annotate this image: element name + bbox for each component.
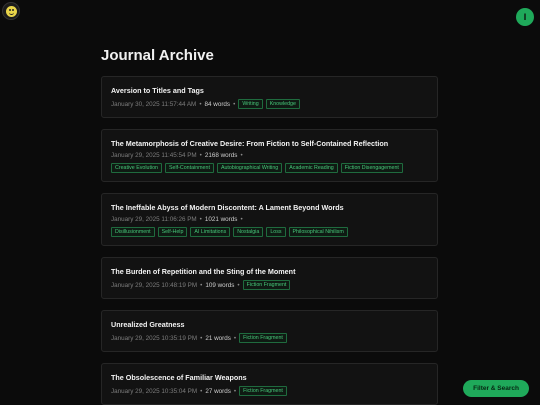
separator-dot: • [200,334,203,342]
tag-chip[interactable]: Fiction Fragment [239,333,287,343]
separator-dot: • [200,281,203,289]
tag-chip[interactable]: Fiction Disengagement [340,163,403,173]
tag-chip[interactable]: Knowledge [265,99,300,109]
entry-date: January 29, 2025 10:35:19 PM [111,334,198,342]
tag-chip[interactable]: Self-Help [157,227,188,237]
smiley-face-icon[interactable] [2,2,20,20]
tag-chip[interactable]: Academic Reading [285,163,338,173]
entry-title[interactable]: The Ineffable Abyss of Modern Discontent… [111,203,428,212]
entry-title[interactable]: The Metamorphosis of Creative Desire: Fr… [111,139,428,148]
entry-tags: Disillusionment Self-Help AI Limitations… [111,227,428,237]
entry-card[interactable]: The Obsolescence of Familiar Weapons Jan… [101,363,438,405]
entry-title[interactable]: Unrealized Greatness [111,320,428,329]
entry-date: January 30, 2025 11:57:44 AM [111,100,197,108]
separator-dot: • [240,152,243,159]
entry-title[interactable]: The Burden of Repetition and the Sting o… [111,267,428,276]
separator-dot: • [199,100,202,108]
entry-word-count: 21 words [205,334,231,342]
filter-search-button[interactable]: Filter & Search [463,380,529,397]
entry-meta: January 30, 2025 11:57:44 AM • 84 words … [111,99,428,109]
entry-card[interactable]: The Burden of Repetition and the Sting o… [101,257,438,299]
tag-chip[interactable]: Autobiographical Writing [216,163,283,173]
tag-chip[interactable]: AI Limitations [190,227,231,237]
separator-dot: • [200,387,203,395]
entry-meta: January 29, 2025 10:35:04 PM • 27 words … [111,386,428,396]
separator-dot: • [237,281,240,289]
entry-list: Aversion to Titles and Tags January 30, … [101,76,438,405]
entry-word-count: 27 words [205,387,231,395]
separator-dot: • [199,216,202,223]
entry-tags: Creative Evolution Self-Containment Auto… [111,163,428,173]
entry-card[interactable]: Aversion to Titles and Tags January 30, … [101,76,438,118]
entry-title[interactable]: Aversion to Titles and Tags [111,86,428,95]
entry-meta: January 29, 2025 10:48:19 PM • 109 words… [111,280,428,290]
entry-date: January 29, 2025 10:35:04 PM [111,387,198,395]
user-avatar[interactable]: I [516,8,534,26]
separator-dot: • [199,152,202,159]
tag-chip[interactable]: Writing [238,99,263,109]
entry-title[interactable]: The Obsolescence of Familiar Weapons [111,373,428,382]
entry-card[interactable]: Unrealized Greatness January 29, 2025 10… [101,310,438,352]
separator-dot: • [233,334,237,342]
tag-chip[interactable]: Loss [266,227,286,237]
entry-word-count: 84 words [204,100,231,108]
tag-chip[interactable]: Creative Evolution [111,163,162,173]
entry-meta: January 29, 2025 11:06:26 PM • 1021 word… [111,216,428,223]
entry-card[interactable]: The Ineffable Abyss of Modern Discontent… [101,193,438,246]
page-title: Journal Archive [101,47,214,64]
entry-date: January 29, 2025 10:48:19 PM [111,281,198,289]
entry-meta: January 29, 2025 11:45:54 PM • 2168 word… [111,152,428,159]
tag-chip[interactable]: Self-Containment [165,163,214,173]
entry-date: January 29, 2025 11:06:26 PM [111,216,197,223]
separator-dot: • [240,216,243,223]
tag-chip[interactable]: Disillusionment [111,227,155,237]
journal-archive-page: I Journal Archive Aversion to Titles and… [0,0,540,405]
entry-meta: January 29, 2025 10:35:19 PM • 21 words … [111,333,428,343]
tag-chip[interactable]: Nostalgia [233,227,264,237]
entry-word-count: 109 words [205,281,235,289]
separator-dot: • [233,100,236,108]
entry-card[interactable]: The Metamorphosis of Creative Desire: Fr… [101,129,438,182]
entry-date: January 29, 2025 11:45:54 PM [111,152,197,159]
tag-chip[interactable]: Philosophical Nihilism [288,227,348,237]
tag-chip[interactable]: Fiction Fragment [239,386,287,396]
entry-word-count: 1021 words [204,216,238,223]
tag-chip[interactable]: Fiction Fragment [242,280,291,290]
separator-dot: • [233,387,237,395]
entry-word-count: 2168 words [204,152,238,159]
